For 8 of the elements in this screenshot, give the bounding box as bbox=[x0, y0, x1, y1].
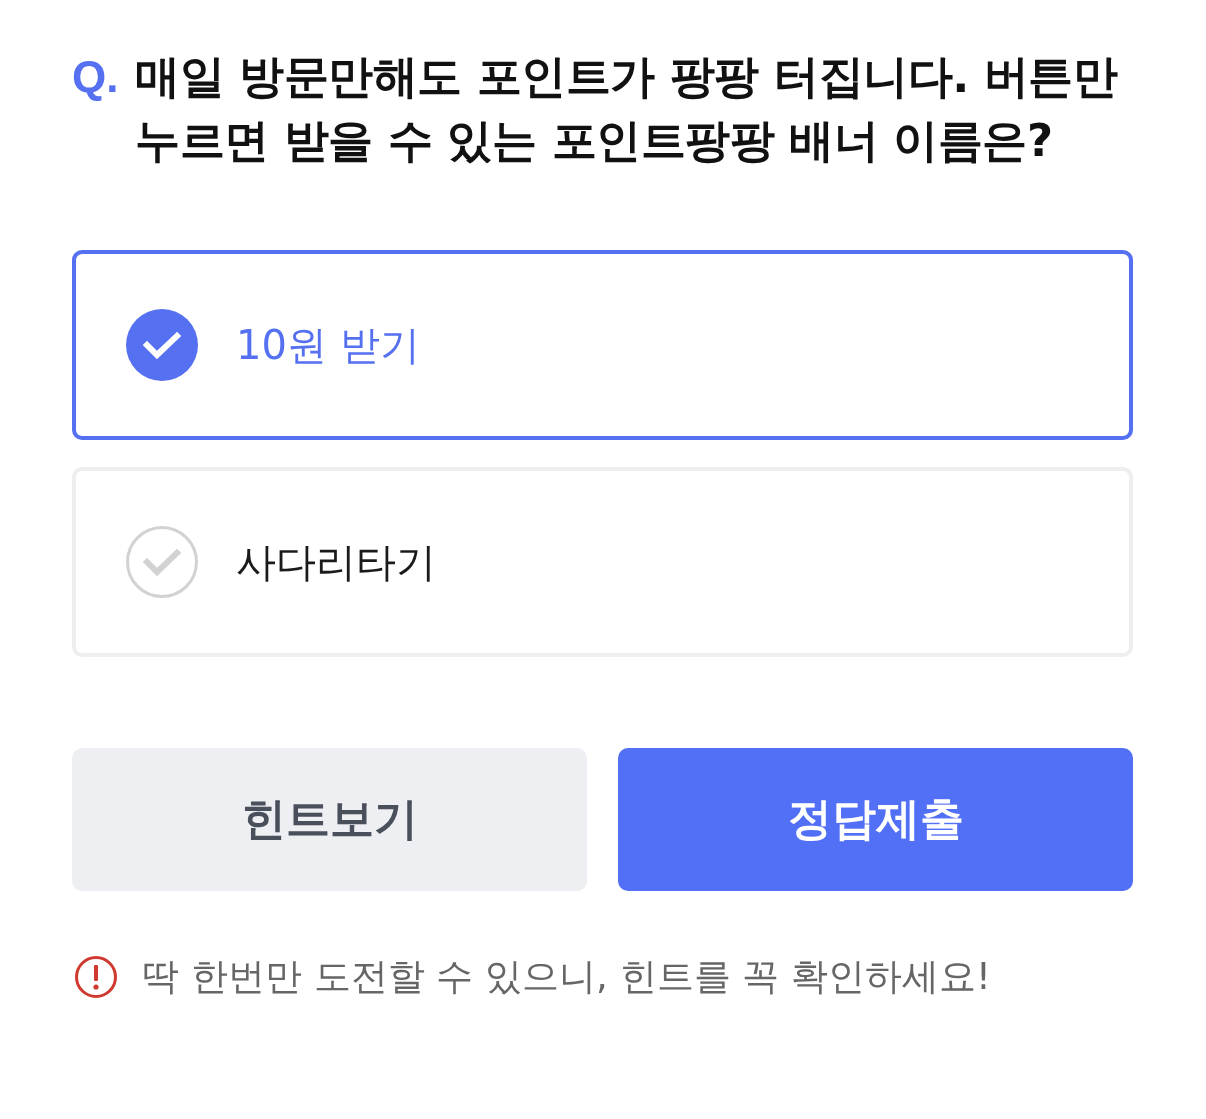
question-text: 매일 방문만해도 포인트가 팡팡 터집니다. 버튼만 누르면 받을 수 있는 포인트팡팡 배너 이름은? bbox=[135, 49, 1119, 169]
answer-option[interactable]: 10원 받기 bbox=[72, 250, 1133, 440]
notice-text: 딱 한번만 도전할 수 있으니, 힌트를 꼭 확인하세요! bbox=[142, 954, 991, 1000]
alert-icon bbox=[75, 956, 117, 998]
submit-answer-button[interactable]: 정답제출 bbox=[618, 748, 1133, 891]
hint-button[interactable]: 힌트보기 bbox=[72, 748, 587, 891]
answer-option[interactable]: 사다리타기 bbox=[72, 467, 1133, 657]
question-prefix: Q. bbox=[72, 51, 120, 103]
